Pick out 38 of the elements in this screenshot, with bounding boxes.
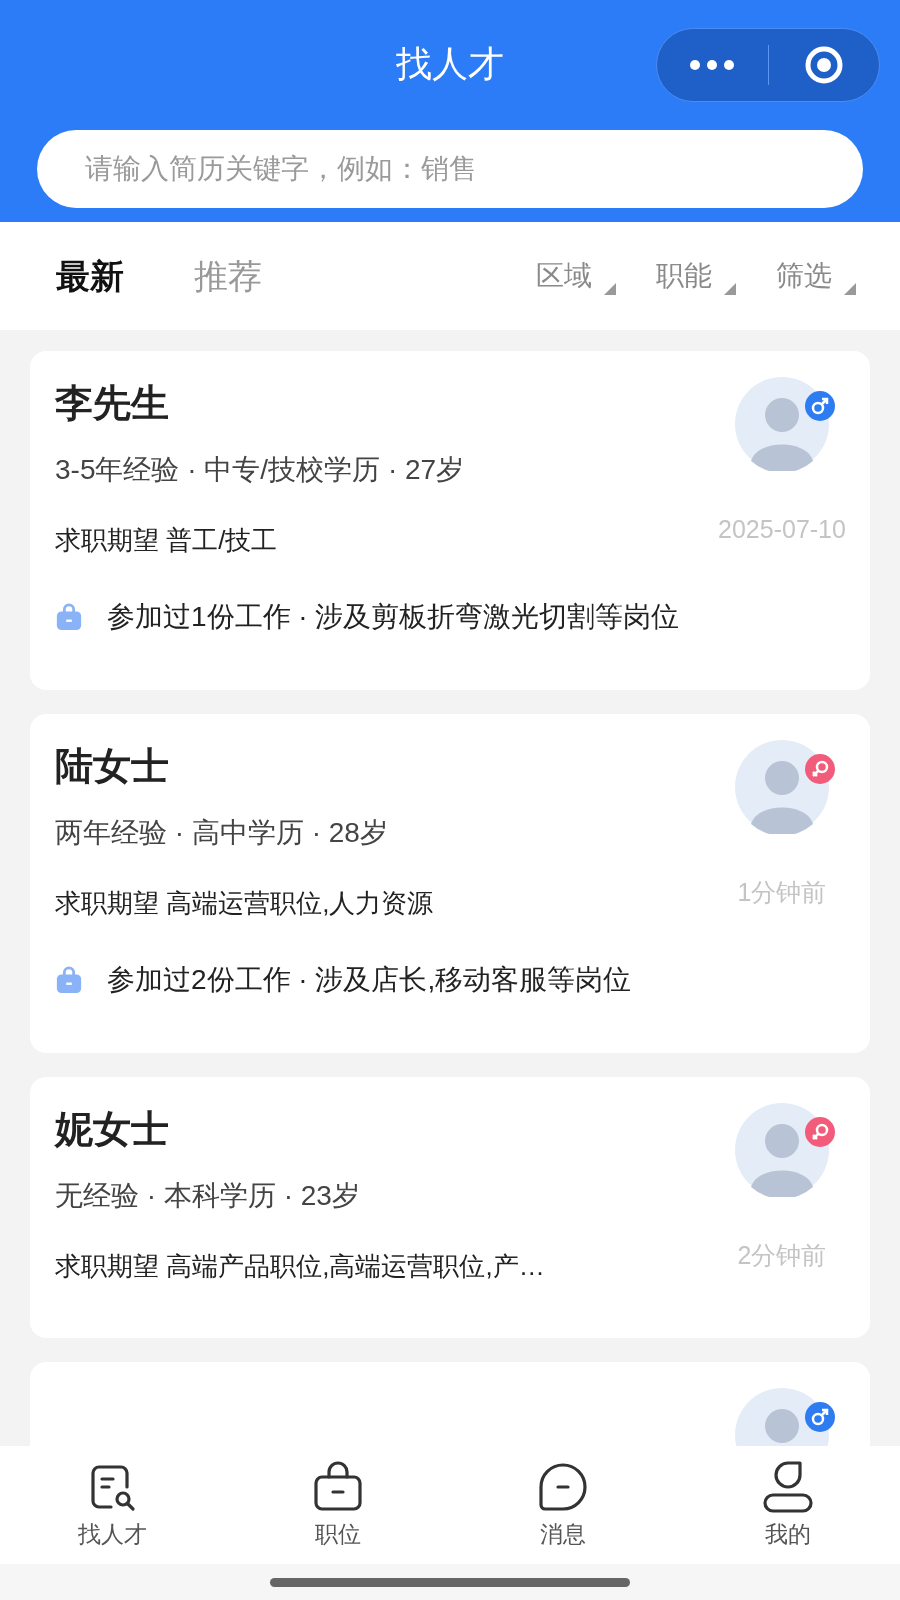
- post-time: 1分钟前: [737, 877, 827, 908]
- candidate-card[interactable]: 李先生 3-5年经验 · 中专/技校学历 · 27岁 求职期望 普工/技工 参加过1份工作 · 涉及剪板折弯激光切割等岗位 2025-07-10: [30, 351, 870, 690]
- work-history: 参加过2份工作 · 涉及店长,移动客服等岗位: [107, 963, 632, 997]
- candidate-details: 无经验 · 本科学历 · 23岁: [55, 1179, 361, 1213]
- briefcase-icon: [55, 603, 83, 631]
- caret-icon: [724, 283, 736, 295]
- candidate-name: 妮女士: [55, 1107, 170, 1152]
- tab[interactable]: 最新: [56, 250, 124, 302]
- search-field[interactable]: 请输入简历关键字，例如：销售: [37, 130, 863, 208]
- briefcase-icon: [55, 966, 83, 994]
- nav-tab[interactable]: 消息: [450, 1458, 675, 1552]
- candidate-details: 3-5年经验 · 中专/技校学历 · 27岁: [55, 453, 466, 487]
- job-expectation: 求职期望 高端产品职位,高端运营职位,产…: [55, 1250, 546, 1283]
- target-icon: [803, 45, 844, 85]
- nav-tab[interactable]: 职位: [225, 1458, 450, 1552]
- caret-icon: [604, 283, 616, 295]
- work-history: 参加过1份工作 · 涉及剪板折弯激光切割等岗位: [107, 600, 680, 634]
- nav-tab[interactable]: 找人才: [0, 1458, 225, 1552]
- post-time: 2025-07-10: [718, 514, 846, 545]
- avatar-icon: [735, 377, 829, 471]
- candidate-details: 两年经验 · 高中学历 · 28岁: [55, 816, 389, 850]
- male-icon: [805, 1402, 835, 1432]
- job-expectation: 求职期望 高端运营职位,人力资源: [55, 887, 435, 920]
- female-icon: [805, 754, 835, 784]
- page-title: 找人才: [396, 42, 504, 86]
- more-icon: [689, 59, 736, 71]
- avatar-icon: [735, 1103, 829, 1197]
- nav-tab[interactable]: 我的: [675, 1458, 900, 1552]
- male-icon: [805, 391, 835, 421]
- job-expectation: 求职期望 普工/技工: [55, 524, 279, 557]
- post-time: 2分钟前: [737, 1240, 827, 1271]
- candidate-card[interactable]: 妮女士 无经验 · 本科学历 · 23岁 求职期望 高端产品职位,高端运营职位,产… 2分钟前: [30, 1077, 870, 1338]
- caret-icon: [844, 283, 856, 295]
- avatar-icon: [735, 740, 829, 834]
- candidate-name: 李先生: [55, 381, 170, 426]
- female-icon: [805, 1117, 835, 1147]
- candidate-name: 陆女士: [55, 744, 170, 789]
- candidate-card[interactable]: 陆女士 两年经验 · 高中学历 · 28岁 求职期望 高端运营职位,人力资源 参加过2份工作 · 涉及店长,移动客服等岗位 1分钟前: [30, 714, 870, 1053]
